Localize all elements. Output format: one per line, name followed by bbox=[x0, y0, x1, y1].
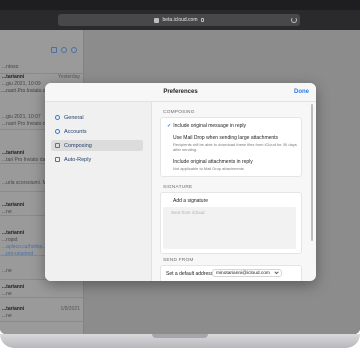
list-item[interactable]: ...tarianni 1/8/2021 ...ne bbox=[0, 306, 84, 322]
mail-drop-option[interactable]: Use Mail Drop when sending large attachm… bbox=[173, 135, 278, 141]
scrollbar[interactable] bbox=[311, 104, 313, 241]
signature-placeholder: Sent from iCloud bbox=[171, 210, 205, 215]
dialog-title: Preferences bbox=[163, 89, 198, 95]
browser-toolbar: beta.icloud.com bbox=[0, 10, 360, 30]
preferences-nav: General Accounts Composing Auto-Reply bbox=[45, 102, 152, 281]
mail-drop-description: Recipients will be able to download thes… bbox=[173, 142, 297, 152]
composing-section-title: COMPOSING bbox=[163, 110, 195, 115]
gear-icon bbox=[55, 115, 60, 120]
add-signature-option[interactable]: Add a signature bbox=[173, 198, 208, 204]
include-attachments-option[interactable]: Include original attachments in reply bbox=[173, 159, 253, 165]
dialog-header: Preferences Done bbox=[45, 83, 316, 102]
reload-icon[interactable] bbox=[291, 17, 297, 23]
nav-item-label: Composing bbox=[64, 142, 92, 149]
site-icon bbox=[154, 17, 160, 23]
nav-item-general[interactable]: General bbox=[51, 112, 143, 123]
checkmark-icon: ✓ bbox=[167, 123, 172, 129]
include-original-option[interactable]: ✓ Include original message in reply bbox=[167, 123, 246, 129]
filter-icon[interactable] bbox=[71, 47, 77, 53]
nav-item-auto-reply[interactable]: Auto-Reply bbox=[51, 154, 143, 165]
default-address-label: Set a default address: bbox=[166, 271, 215, 277]
signature-section-title: SIGNATURE bbox=[163, 185, 193, 190]
search-icon[interactable] bbox=[61, 47, 67, 53]
default-address-value: minotarianni@icloud.com bbox=[216, 270, 270, 276]
chevron-down-icon bbox=[274, 269, 279, 274]
default-address-select[interactable]: minotarianni@icloud.com bbox=[212, 269, 282, 277]
at-icon bbox=[55, 129, 60, 134]
lock-icon bbox=[200, 18, 204, 22]
nav-item-label: Accounts bbox=[64, 128, 87, 135]
address-bar[interactable]: beta.icloud.com bbox=[58, 14, 300, 26]
composing-card: ✓ Include original message in reply Use M… bbox=[160, 117, 302, 177]
laptop-notch bbox=[152, 334, 208, 338]
plane-icon bbox=[55, 157, 60, 162]
send-from-section-title: SEND FROM bbox=[163, 258, 194, 263]
list-item[interactable]: ...ntoso bbox=[0, 64, 84, 74]
nav-item-accounts[interactable]: Accounts bbox=[51, 126, 143, 137]
nav-item-label: General bbox=[64, 114, 84, 121]
url-text: beta.icloud.com bbox=[162, 17, 198, 23]
done-button[interactable]: Done bbox=[294, 89, 309, 95]
list-toolbar bbox=[51, 47, 77, 53]
include-attachments-description: Not applicable to Mail Drop attachments bbox=[173, 166, 244, 171]
list-item[interactable]: ...tarianni ...ne bbox=[0, 284, 84, 298]
nav-item-composing[interactable]: Composing bbox=[51, 140, 143, 151]
signature-textarea[interactable]: Sent from iCloud bbox=[163, 207, 296, 249]
sidebar-toggle-icon[interactable] bbox=[51, 47, 57, 53]
nav-item-label: Auto-Reply bbox=[64, 156, 92, 163]
laptop-base bbox=[0, 334, 360, 348]
compose-icon bbox=[55, 143, 60, 148]
